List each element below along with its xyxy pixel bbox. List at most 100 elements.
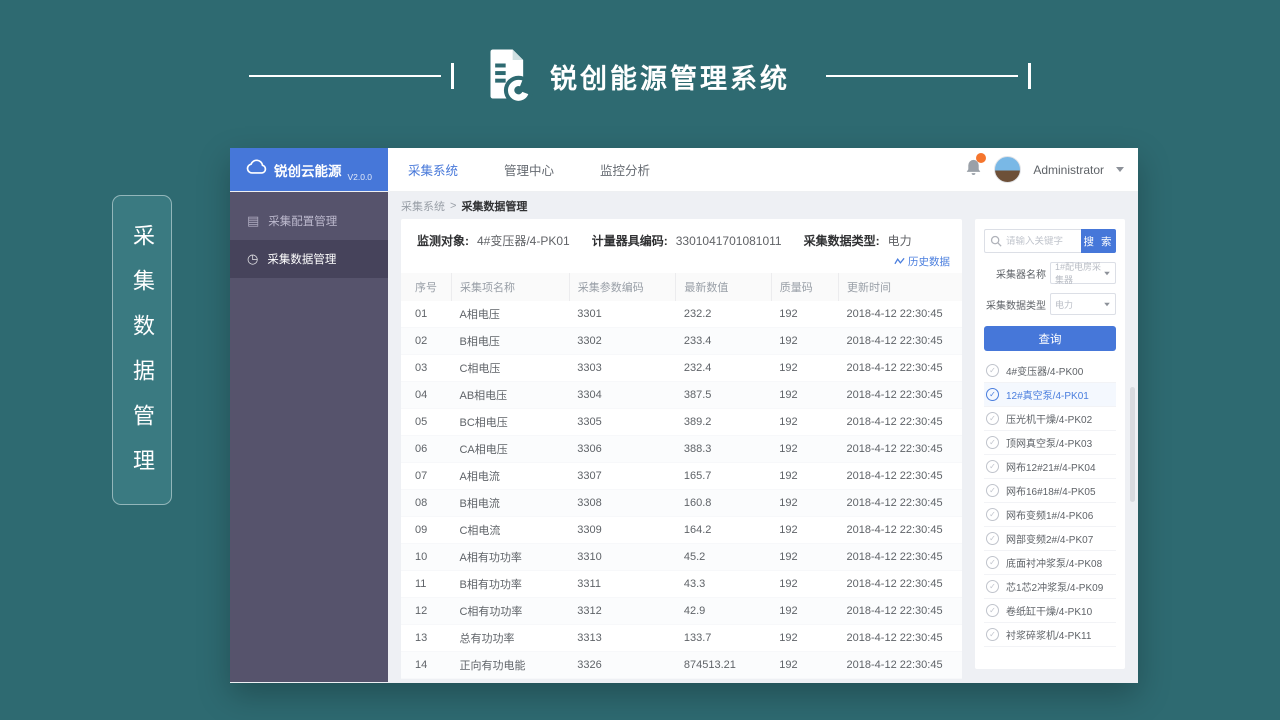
table-row: 02B相电压3302233.41922018-4-12 22:30:45 — [401, 328, 962, 355]
monitor-info-bar: 监测对象: 4#变压器/4-PK01 计量器具编码: 3301041701081… — [401, 219, 962, 252]
collector-name-select[interactable]: 1#配电房采集器 — [1050, 262, 1116, 284]
search-input-wrap — [984, 229, 1081, 253]
app-body: ▤ 采集配置管理 ◷ 采集数据管理 采集系统 > 采集数据管理 监测对象: 4#… — [230, 192, 1138, 682]
device-list-item[interactable]: ✓网布变频1#/4-PK06 — [984, 503, 1116, 527]
page-title: 锐创能源管理系统 — [550, 57, 790, 96]
device-list-item[interactable]: ✓衬浆碎浆机/4-PK11 — [984, 623, 1116, 647]
search-icon — [990, 235, 1002, 247]
check-circle-icon: ✓ — [986, 484, 999, 497]
app-logo: 锐创云能源 V2.0.0 — [230, 148, 388, 191]
table-row: 04AB相电压3304387.51922018-4-12 22:30:45 — [401, 382, 962, 409]
col-header-latest-value: 最新数值 — [676, 273, 771, 301]
data-table-body: 01A相电压3301232.21922018-4-12 22:30:4502B相… — [401, 301, 962, 679]
breadcrumb-parent[interactable]: 采集系统 — [401, 198, 445, 214]
section-label-card: 采集数据管理 — [112, 195, 172, 505]
breadcrumb: 采集系统 > 采集数据管理 — [401, 192, 1125, 219]
app-header: 锐创云能源 V2.0.0 采集系统 管理中心 监控分析 Administrato… — [230, 148, 1138, 192]
trend-line-icon — [894, 257, 905, 266]
device-list-item[interactable]: ✓压光机干燥/4-PK02 — [984, 407, 1116, 431]
check-circle-icon: ✓ — [986, 388, 999, 401]
device-list-item[interactable]: ✓卷纸缸干燥/4-PK10 — [984, 599, 1116, 623]
breadcrumb-current: 采集数据管理 — [461, 198, 527, 214]
col-header-quality-code: 质量码 — [771, 273, 838, 301]
nav-item-collect-system[interactable]: 采集系统 — [408, 160, 458, 179]
chevron-down-icon — [1104, 302, 1110, 306]
banner-left-line — [249, 75, 441, 77]
scrollbar-thumb[interactable] — [1130, 387, 1135, 502]
device-list-item[interactable]: ✓12#真空泵/4-PK01 — [984, 383, 1116, 407]
table-header-row: 序号 采集项名称 采集参数编码 最新数值 质量码 更新时间 — [401, 273, 962, 301]
check-circle-icon: ✓ — [986, 532, 999, 545]
table-row: 08B相电流3308160.81922018-4-12 22:30:45 — [401, 490, 962, 517]
check-circle-icon: ✓ — [986, 436, 999, 449]
table-row: 10A相有功功率331045.21922018-4-12 22:30:45 — [401, 544, 962, 571]
device-list-item[interactable]: ✓芯1芯2冲浆泵/4-PK09 — [984, 575, 1116, 599]
section-label-text: 采集数据管理 — [112, 206, 172, 494]
sidebar-item-collect-data[interactable]: ◷ 采集数据管理 — [230, 240, 388, 278]
user-name: Administrator — [1033, 163, 1104, 177]
breadcrumb-separator: > — [450, 200, 456, 212]
header-right: Administrator — [965, 148, 1138, 191]
data-card: 监测对象: 4#变压器/4-PK01 计量器具编码: 3301041701081… — [401, 219, 962, 669]
banner-left-tick — [451, 63, 454, 89]
left-sidebar: ▤ 采集配置管理 ◷ 采集数据管理 — [230, 192, 388, 682]
top-nav: 采集系统 管理中心 监控分析 — [388, 148, 650, 191]
check-circle-icon: ✓ — [986, 508, 999, 521]
check-circle-icon: ✓ — [986, 604, 999, 617]
data-type-select[interactable]: 电力 — [1050, 293, 1116, 315]
meter-code-label: 计量器具编码: — [592, 232, 668, 249]
page-banner: 锐创能源管理系统 — [0, 44, 1280, 108]
notification-badge — [976, 153, 986, 163]
query-button[interactable]: 查询 — [984, 326, 1116, 351]
main-content: 采集系统 > 采集数据管理 监测对象: 4#变压器/4-PK01 计量器具编码:… — [388, 192, 1138, 682]
check-circle-icon: ✓ — [986, 580, 999, 593]
device-list-item[interactable]: ✓4#变压器/4-PK00 — [984, 359, 1116, 383]
device-list-item[interactable]: ✓底面衬冲浆泵/4-PK08 — [984, 551, 1116, 575]
table-row: 05BC相电压3305389.21922018-4-12 22:30:45 — [401, 409, 962, 436]
meter-code-value: 3301041701081011 — [676, 234, 782, 248]
app-window: 锐创云能源 V2.0.0 采集系统 管理中心 监控分析 Administrato… — [230, 148, 1138, 683]
check-circle-icon: ✓ — [986, 556, 999, 569]
user-avatar[interactable] — [994, 156, 1021, 183]
check-circle-icon: ✓ — [986, 412, 999, 425]
table-row: 06CA相电压3306388.31922018-4-12 22:30:45 — [401, 436, 962, 463]
monitor-object-label: 监测对象: — [417, 232, 469, 249]
device-list-item[interactable]: ✓顶网真空泵/4-PK03 — [984, 431, 1116, 455]
grid-icon: ▤ — [247, 213, 259, 229]
chevron-down-icon[interactable] — [1116, 167, 1124, 172]
device-list: ✓4#变压器/4-PK00✓12#真空泵/4-PK01✓压光机干燥/4-PK02… — [984, 359, 1116, 647]
nav-item-monitor-analysis[interactable]: 监控分析 — [600, 160, 650, 179]
banner-right-line — [826, 75, 1018, 77]
table-row: 13总有功功率3313133.71922018-4-12 22:30:45 — [401, 625, 962, 652]
table-row: 09C相电流3309164.21922018-4-12 22:30:45 — [401, 517, 962, 544]
cloud-icon — [246, 159, 268, 180]
device-list-item[interactable]: ✓网部变频2#/4-PK07 — [984, 527, 1116, 551]
col-header-index: 序号 — [401, 273, 451, 301]
monitor-object-value: 4#变压器/4-PK01 — [477, 232, 570, 249]
app-logo-name: 锐创云能源 — [274, 160, 342, 180]
sidebar-item-collect-config[interactable]: ▤ 采集配置管理 — [230, 202, 388, 240]
table-row: 14正向有功电能3326874513.211922018-4-12 22:30:… — [401, 652, 962, 679]
check-circle-icon: ✓ — [986, 460, 999, 473]
clock-icon: ◷ — [247, 251, 258, 267]
col-header-update-time: 更新时间 — [839, 273, 962, 301]
table-row: 12C相有功功率331242.91922018-4-12 22:30:45 — [401, 598, 962, 625]
check-circle-icon: ✓ — [986, 364, 999, 377]
filter-panel: 搜 索 采集器名称 1#配电房采集器 采集数据类型 电力 — [975, 219, 1125, 669]
table-row: 11B相有功功率331143.31922018-4-12 22:30:45 — [401, 571, 962, 598]
collect-data-table: 序号 采集项名称 采集参数编码 最新数值 质量码 更新时间 01A相电压3301… — [401, 273, 962, 679]
data-type-value: 电力 — [888, 232, 912, 249]
pagination-bar: 共1页 第1/1页 每页 15 条 ‹123...4950› 首页 — [401, 679, 962, 683]
notification-bell-icon[interactable] — [965, 158, 982, 181]
history-data-link[interactable]: 历史数据 — [401, 252, 962, 273]
table-row: 03C相电压3303232.41922018-4-12 22:30:45 — [401, 355, 962, 382]
device-list-item[interactable]: ✓网布16#18#/4-PK05 — [984, 479, 1116, 503]
app-logo-version: V2.0.0 — [347, 172, 372, 182]
table-row: 07A相电流3307165.71922018-4-12 22:30:45 — [401, 463, 962, 490]
nav-item-manage-center[interactable]: 管理中心 — [504, 160, 554, 179]
search-input[interactable] — [1006, 236, 1076, 247]
document-logo-icon — [480, 46, 536, 107]
col-header-param-code: 采集参数编码 — [569, 273, 676, 301]
search-button[interactable]: 搜 索 — [1081, 229, 1116, 253]
device-list-item[interactable]: ✓网布12#21#/4-PK04 — [984, 455, 1116, 479]
